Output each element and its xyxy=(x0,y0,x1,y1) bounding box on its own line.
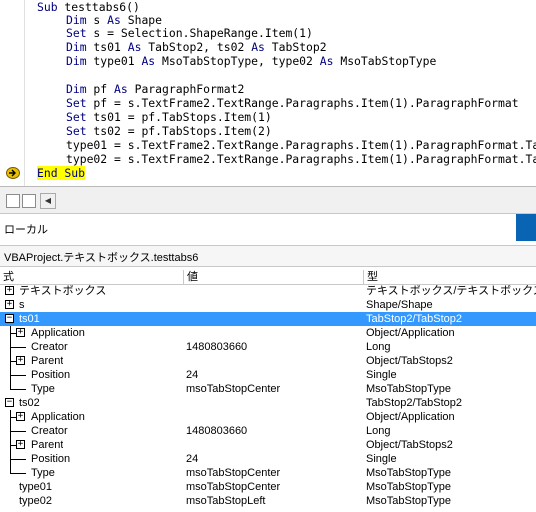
row-value: msoTabStopCenter xyxy=(186,383,281,395)
row-value: 1480803660 xyxy=(186,341,248,353)
locals-row-application[interactable]: + Application Object/Application xyxy=(0,410,536,424)
header-type[interactable]: 型 xyxy=(364,270,536,284)
row-type: Long xyxy=(366,341,391,353)
row-expression: Type xyxy=(31,467,55,479)
code-footer-bar: ◀ xyxy=(0,186,536,213)
tree-branch xyxy=(10,473,26,474)
collapse-icon[interactable]: − xyxy=(5,398,14,407)
tree-branch xyxy=(10,431,26,432)
row-type: Single xyxy=(366,453,397,465)
expand-icon[interactable]: + xyxy=(16,440,25,449)
locals-title-text: ローカル xyxy=(4,224,48,236)
row-value: 1480803660 xyxy=(186,425,248,437)
row-expression: ts01 xyxy=(19,313,40,325)
context-text: VBAProject.テキストボックス.testtabs6 xyxy=(4,252,199,264)
tree-branch xyxy=(10,375,26,376)
code-margin[interactable] xyxy=(0,0,25,186)
row-expression: Creator xyxy=(31,425,68,437)
locals-row-s[interactable]: + s Shape/Shape xyxy=(0,298,536,312)
row-expression: type01 xyxy=(19,481,53,493)
procedure-view-button[interactable] xyxy=(6,194,20,208)
locals-row-application[interactable]: + Application Object/Application xyxy=(0,326,536,340)
row-expression: Position xyxy=(31,369,71,381)
row-type: MsoTabStopType xyxy=(366,481,451,493)
row-type: TabStop2/TabStop2 xyxy=(366,313,463,325)
locals-row-type[interactable]: Type msoTabStopCenter MsoTabStopType xyxy=(0,466,536,480)
locals-row-creator[interactable]: Creator 1480803660 Long xyxy=(0,424,536,438)
locals-context: VBAProject.テキストボックス.testtabs6 xyxy=(0,245,536,267)
row-expression: テキストボックス xyxy=(19,285,107,297)
expand-icon[interactable]: + xyxy=(16,356,25,365)
row-value: msoTabStopLeft xyxy=(186,495,266,507)
row-expression: Parent xyxy=(31,439,64,451)
row-expression: ts02 xyxy=(19,397,40,409)
header-value[interactable]: 値 xyxy=(184,270,364,284)
row-expression: Position xyxy=(31,453,71,465)
row-type: MsoTabStopType xyxy=(366,467,451,479)
row-type: Object/Application xyxy=(366,327,455,339)
code-line-7[interactable]: Dim pf As ParagraphFormat2 xyxy=(66,82,244,96)
row-type: Object/TabStops2 xyxy=(366,355,453,367)
row-type: Single xyxy=(366,369,397,381)
code-editor[interactable]: Sub testtabs6() Dim s As Shape Set s = S… xyxy=(0,0,536,186)
expand-icon[interactable]: + xyxy=(16,412,25,421)
row-type: MsoTabStopType xyxy=(366,495,451,507)
locals-row-creator[interactable]: Creator 1480803660 Long xyxy=(0,340,536,354)
row-expression: Application xyxy=(31,327,85,339)
locals-grid[interactable]: 式 値 型 + テキストボックス テキストボックス/テキストボックス + s S… xyxy=(0,270,536,512)
collapse-icon[interactable]: − xyxy=(5,314,14,323)
expand-icon[interactable]: + xyxy=(5,300,14,309)
row-expression: s xyxy=(19,299,25,311)
code-line-9[interactable]: Set ts01 = pf.TabStops.Item(1) xyxy=(66,110,272,124)
row-expression: Application xyxy=(31,411,85,423)
row-type: Shape/Shape xyxy=(366,299,433,311)
row-value: 24 xyxy=(186,369,199,381)
row-value: msoTabStopCenter xyxy=(186,467,281,479)
expand-icon[interactable]: + xyxy=(16,328,25,337)
title-accent xyxy=(516,214,536,241)
execution-point-icon xyxy=(6,167,20,179)
scroll-left-button[interactable]: ◀ xyxy=(40,193,56,209)
row-expression: type02 xyxy=(19,495,53,507)
tree-branch xyxy=(10,389,26,390)
code-line-2[interactable]: Dim s As Shape xyxy=(66,13,162,27)
locals-row-parent[interactable]: + Parent Object/TabStops2 xyxy=(0,438,536,452)
locals-window-title: ローカル xyxy=(0,213,536,241)
locals-row-ts01[interactable]: − ts01 TabStop2/TabStop2 xyxy=(0,312,536,326)
row-type: Long xyxy=(366,425,391,437)
code-line-10[interactable]: Set ts02 = pf.TabStops.Item(2) xyxy=(66,124,272,138)
row-type: Object/Application xyxy=(366,411,455,423)
locals-row-ts02[interactable]: − ts02 TabStop2/TabStop2 xyxy=(0,396,536,410)
code-line-13[interactable]: End Sub xyxy=(37,166,86,180)
locals-row-type[interactable]: Type msoTabStopCenter MsoTabStopType xyxy=(0,382,536,396)
tree-branch xyxy=(10,459,26,460)
row-type: MsoTabStopType xyxy=(366,383,451,395)
code-line-4[interactable]: Dim ts01 As TabStop2, ts02 As TabStop2 xyxy=(66,40,327,54)
locals-header: 式 値 型 xyxy=(0,270,536,285)
code-line-8[interactable]: Set pf = s.TextFrame2.TextRange.Paragrap… xyxy=(66,96,519,110)
code-line-5[interactable]: Dim type01 As MsoTabStopType, type02 As … xyxy=(66,54,436,68)
tree-branch xyxy=(10,347,26,348)
row-expression: Parent xyxy=(31,355,64,367)
locals-row-type01[interactable]: type01 msoTabStopCenter MsoTabStopType xyxy=(0,480,536,494)
row-type: テキストボックス/テキストボックス xyxy=(366,285,536,297)
row-type: Object/TabStops2 xyxy=(366,439,453,451)
code-line-11[interactable]: type01 = s.TextFrame2.TextRange.Paragrap… xyxy=(66,138,536,152)
code-line-1[interactable]: Sub testtabs6() xyxy=(37,0,140,14)
code-line-3[interactable]: Set s = Selection.ShapeRange.Item(1) xyxy=(66,26,313,40)
code-line-12[interactable]: type02 = s.TextFrame2.TextRange.Paragrap… xyxy=(66,152,536,166)
expand-icon[interactable]: + xyxy=(5,286,14,295)
row-expression: Type xyxy=(31,383,55,395)
locals-row-type02[interactable]: type02 msoTabStopLeft MsoTabStopType xyxy=(0,494,536,508)
row-value: msoTabStopCenter xyxy=(186,481,281,493)
row-expression: Creator xyxy=(31,341,68,353)
locals-row-position[interactable]: Position 24 Single xyxy=(0,452,536,466)
header-expression[interactable]: 式 xyxy=(0,270,184,284)
locals-row-parent[interactable]: + Parent Object/TabStops2 xyxy=(0,354,536,368)
full-module-view-button[interactable] xyxy=(22,194,36,208)
locals-row-position[interactable]: Position 24 Single xyxy=(0,368,536,382)
row-type: TabStop2/TabStop2 xyxy=(366,397,463,409)
locals-row-textbox[interactable]: + テキストボックス テキストボックス/テキストボックス xyxy=(0,284,536,298)
row-value: 24 xyxy=(186,453,199,465)
